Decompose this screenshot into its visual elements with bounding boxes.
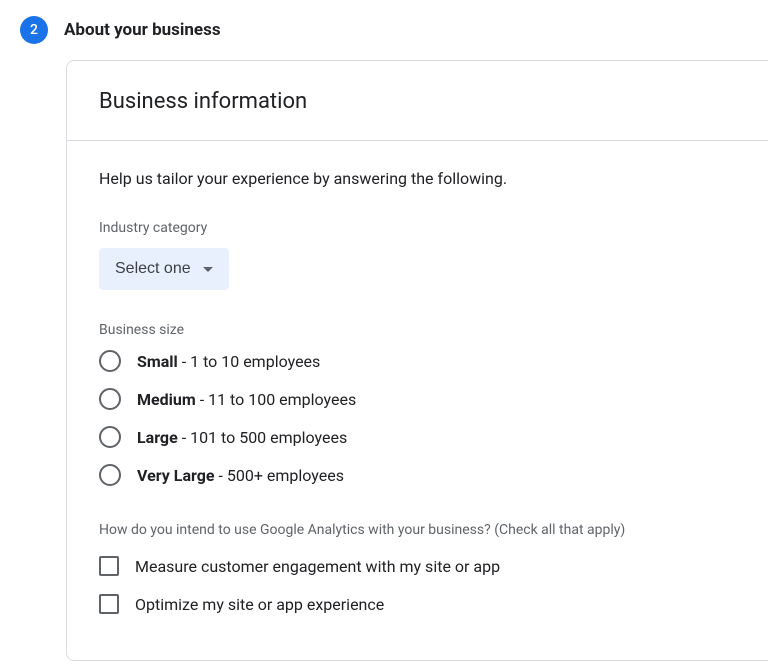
business-info-card: Business information Help us tailor your… xyxy=(66,60,768,661)
checkbox-label: Measure customer engagement with my site… xyxy=(135,557,500,576)
radio-label: Very Large - 500+ employees xyxy=(137,466,344,485)
usage-question-label: How do you intend to use Google Analytic… xyxy=(99,522,736,538)
industry-category-select[interactable]: Select one xyxy=(99,248,229,290)
radio-label: Small - 1 to 10 employees xyxy=(137,352,320,371)
radio-icon xyxy=(99,350,121,372)
intro-text: Help us tailor your experience by answer… xyxy=(99,169,736,188)
radio-option-small[interactable]: Small - 1 to 10 employees xyxy=(99,350,736,372)
industry-category-selected: Select one xyxy=(115,260,191,278)
checkbox-label: Optimize my site or app experience xyxy=(135,595,384,614)
radio-icon xyxy=(99,464,121,486)
step-title: About your business xyxy=(64,20,221,40)
radio-icon xyxy=(99,426,121,448)
caret-down-icon xyxy=(203,267,213,272)
radio-label: Medium - 11 to 100 employees xyxy=(137,390,356,409)
checkbox-option-engagement[interactable]: Measure customer engagement with my site… xyxy=(99,556,736,576)
checkbox-option-optimize[interactable]: Optimize my site or app experience xyxy=(99,594,736,614)
card-body: Help us tailor your experience by answer… xyxy=(67,141,768,660)
radio-option-medium[interactable]: Medium - 11 to 100 employees xyxy=(99,388,736,410)
checkbox-icon xyxy=(99,556,119,576)
radio-icon xyxy=(99,388,121,410)
radio-label: Large - 101 to 500 employees xyxy=(137,428,347,447)
radio-option-large[interactable]: Large - 101 to 500 employees xyxy=(99,426,736,448)
step-header: 2 About your business xyxy=(0,0,768,60)
business-size-radio-group: Small - 1 to 10 employees Medium - 11 to… xyxy=(99,350,736,486)
step-number-badge: 2 xyxy=(20,16,48,44)
card-header: Business information xyxy=(67,61,768,141)
radio-option-very-large[interactable]: Very Large - 500+ employees xyxy=(99,464,736,486)
checkbox-icon xyxy=(99,594,119,614)
card-title: Business information xyxy=(99,89,736,114)
business-size-label: Business size xyxy=(99,322,736,338)
industry-category-label: Industry category xyxy=(99,220,736,236)
